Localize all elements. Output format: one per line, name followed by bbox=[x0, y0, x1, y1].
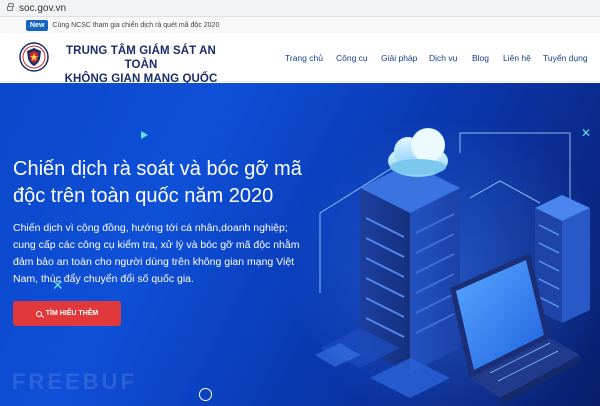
slider-dot[interactable] bbox=[199, 388, 212, 401]
nav-item-contact[interactable]: Liên hệ bbox=[503, 53, 531, 63]
hero-title-line2: độc trên toàn quốc năm 2020 bbox=[13, 185, 274, 207]
hero-desc-line2: cung cấp các công cụ kiểm tra, xử lý và … bbox=[13, 239, 300, 251]
new-badge: New bbox=[26, 19, 49, 31]
learn-more-button[interactable]: TÌM HIỂU THÊM bbox=[13, 301, 121, 326]
hero-desc-line4: Nam, thúc đẩy chuyển đổi số quốc gia. bbox=[13, 273, 194, 285]
search-icon bbox=[35, 310, 42, 317]
announcement-link[interactable]: Cùng NCSC tham gia chiến dịch rà quét mã… bbox=[52, 22, 219, 29]
hero-description: Chiến dịch vì cộng đồng, hướng tới cá nh… bbox=[13, 220, 313, 288]
announcement-bar: New Cùng NCSC tham gia chiến dịch rà qué… bbox=[0, 17, 600, 33]
browser-address-bar[interactable]: soc.gov.vn bbox=[0, 0, 600, 17]
nav-item-solutions[interactable]: Giải pháp bbox=[381, 53, 417, 63]
nav-item-services[interactable]: Dịch vụ bbox=[429, 53, 457, 63]
nav-item-careers[interactable]: Tuyển dụng bbox=[543, 53, 588, 63]
hero-title: Chiến dịch rà soát và bóc gỡ mã độc trên… bbox=[13, 156, 333, 210]
site-header: TRUNG TÂM GIÁM SÁT AN TOÀN KHÔNG GIAN MẠ… bbox=[0, 33, 600, 99]
lock-icon bbox=[7, 2, 14, 11]
ncsc-shield-logo-icon[interactable] bbox=[19, 42, 49, 72]
cloud-server-illustration bbox=[315, 128, 590, 405]
hero-title-line1: Chiến dịch rà soát và bóc gỡ mã bbox=[13, 158, 302, 180]
hero-desc-line1: Chiến dịch vì cộng đồng, hướng tới cá nh… bbox=[13, 222, 288, 234]
org-name-line1: TRUNG TÂM GIÁM SÁT AN TOÀN bbox=[66, 45, 216, 71]
hero-banner: ✕ ✕ Chiến dịch rà soát và bóc gỡ mã độc … bbox=[0, 83, 600, 406]
nav-item-home[interactable]: Trang chủ bbox=[285, 53, 323, 63]
nav-item-blog[interactable]: Blog bbox=[472, 53, 489, 63]
url-text[interactable]: soc.gov.vn bbox=[19, 3, 66, 14]
learn-more-label: TÌM HIỂU THÊM bbox=[45, 310, 99, 317]
nav-item-tools[interactable]: Công cụ bbox=[336, 53, 368, 63]
watermark-text: FREEBUF bbox=[12, 369, 137, 394]
triangle-decoration-icon bbox=[141, 131, 148, 139]
hero-desc-line3: đảm bảo an toàn cho người dùng trên khôn… bbox=[13, 256, 295, 268]
